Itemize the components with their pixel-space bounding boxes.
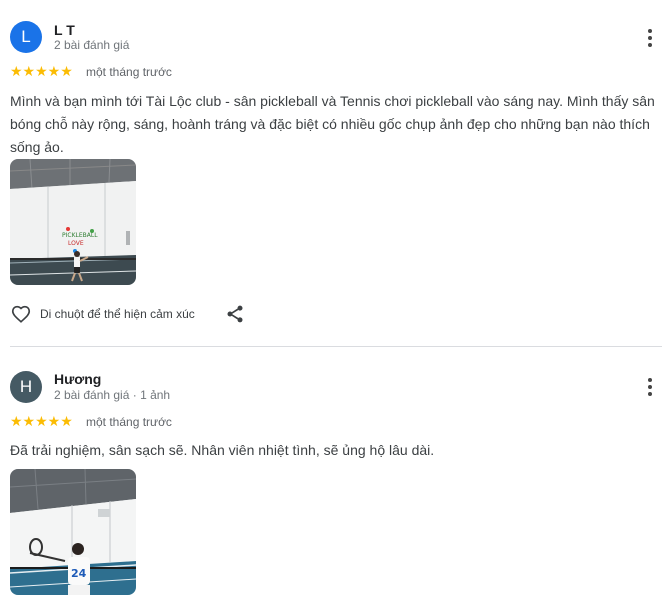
review-time: một tháng trước [86, 65, 172, 79]
more-dot [648, 36, 652, 40]
review-time: một tháng trước [86, 415, 172, 429]
review-text: Mình và bạn mình tới Tài Lộc club - sân … [10, 93, 655, 155]
more-options-button[interactable] [640, 26, 660, 50]
more-dot [648, 385, 652, 389]
more-dot [648, 29, 652, 33]
reviewer-meta: 2 bài đánh giá [54, 38, 130, 52]
review-photo[interactable]: 24 [10, 469, 136, 595]
reviewer-name[interactable]: Hương [54, 371, 101, 387]
player-on-court-photo-icon: 24 [10, 469, 136, 595]
more-dot [648, 378, 652, 382]
review-text: Đã trải nghiệm, sân sạch sẽ. Nhân viên n… [10, 442, 435, 458]
share-icon[interactable] [225, 304, 245, 324]
avatar[interactable]: H [10, 371, 42, 403]
star-rating: ★★★★★ [10, 63, 73, 79]
more-options-button[interactable] [640, 375, 660, 399]
star-rating: ★★★★★ [10, 413, 73, 429]
pickleball-court-photo-icon: PICKLEBALL LOVE [10, 159, 136, 285]
review-actions: Di chuột để thể hiện cảm xúc [10, 302, 195, 326]
review-photo[interactable]: PICKLEBALL LOVE [10, 159, 136, 285]
reviewer-name[interactable]: L T [54, 22, 75, 38]
reaction-hint: Di chuột để thể hiện cảm xúc [40, 307, 195, 321]
more-dot [648, 43, 652, 47]
review-card-2: H Hương 2 bài đánh giá · 1 ảnh ★★★★★ một… [0, 347, 670, 601]
svg-text:LOVE: LOVE [68, 240, 84, 247]
heart-icon[interactable] [10, 303, 32, 325]
reviewer-meta: 2 bài đánh giá · 1 ảnh [54, 388, 171, 402]
review-card-1: L L T 2 bài đánh giá ★★★★★ một tháng trư… [0, 0, 670, 345]
svg-text:PICKLEBALL: PICKLEBALL [62, 232, 98, 239]
more-dot [648, 392, 652, 396]
jersey-number: 24 [71, 567, 87, 580]
avatar[interactable]: L [10, 21, 42, 53]
